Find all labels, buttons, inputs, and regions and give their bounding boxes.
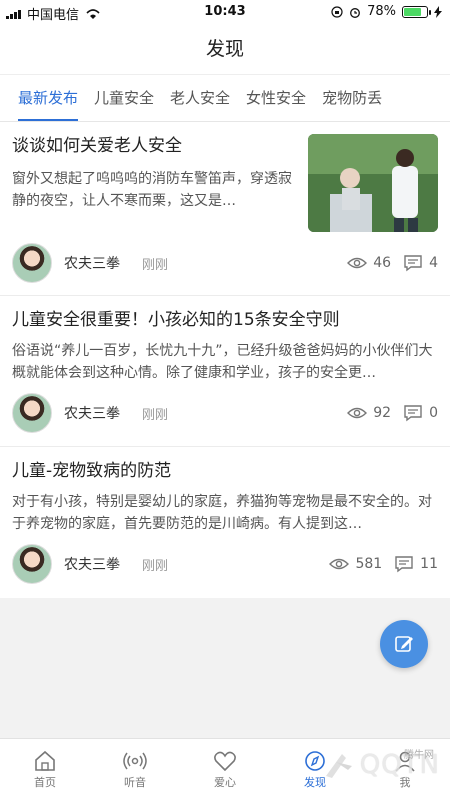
comment-count-value: 4: [429, 255, 438, 271]
avatar[interactable]: [12, 544, 52, 584]
avatar[interactable]: [12, 393, 52, 433]
bottom-tab-home[interactable]: 首页: [0, 739, 90, 800]
comment-icon: [395, 556, 413, 573]
status-bar: 中国电信 10:43 78%: [0, 0, 450, 24]
heart-icon: [214, 751, 236, 771]
bottom-tab-love[interactable]: 爱心: [180, 739, 270, 800]
watermark-logo: QQTN 腾牛网: [322, 748, 440, 782]
comment-count[interactable]: 4: [403, 254, 438, 272]
article-title: 儿童-宠物致病的防范: [12, 461, 172, 481]
tab-women-safety[interactable]: 女性安全: [238, 75, 314, 121]
comment-count-value: 11: [420, 556, 438, 572]
comment-icon: [404, 405, 422, 422]
article-meta: 农夫三拳 刚刚 581 11: [12, 541, 438, 587]
bottom-tab-label: 听音: [124, 775, 146, 789]
post-time: 刚刚: [142, 407, 169, 423]
view-count-value: 46: [373, 255, 392, 271]
author-name[interactable]: 农夫三拳: [64, 253, 120, 273]
compose-button[interactable]: [380, 620, 428, 668]
status-right: 78%: [331, 4, 442, 19]
author-name[interactable]: 农夫三拳: [64, 554, 120, 574]
view-count-value: 581: [355, 556, 383, 572]
eye-icon: [347, 407, 368, 419]
article-summary: 俗语说“养儿一百岁，长忧九十九”，已经升级爸爸妈妈的小伙伴们大概就能体会到这种心…: [12, 343, 433, 381]
comment-count[interactable]: 11: [394, 555, 438, 573]
article-title: 儿童安全很重要！小孩必知的15条安全守则: [12, 310, 340, 330]
article-card[interactable]: 谈谈如何关爱老人安全 窗外又想起了呜呜呜的消防车警笛声，穿透寂静的夜空，让人不寒…: [0, 122, 450, 296]
view-count: 92: [347, 405, 391, 421]
post-time: 刚刚: [142, 257, 169, 273]
article-card[interactable]: 儿童安全很重要！小孩必知的15条安全守则 俗语说“养儿一百岁，长忧九十九”，已经…: [0, 296, 450, 447]
tab-pet-lost[interactable]: 宠物防丢: [314, 75, 390, 121]
alarm-icon: [350, 7, 361, 18]
article-thumbnail: [308, 134, 438, 232]
bottom-tab-label: 首页: [34, 775, 56, 789]
bottom-tab-label: 爱心: [214, 775, 236, 789]
article-summary: 对于有小孩，特别是婴幼儿的家庭，养猫狗等宠物是最不安全的。对于养宠物的家庭，首先…: [12, 494, 432, 532]
bottom-tab-listen[interactable]: 听音: [90, 739, 180, 800]
comment-count[interactable]: 0: [403, 404, 438, 422]
watermark-small-text: 腾牛网: [404, 750, 434, 761]
lock-rotation-icon: [331, 5, 343, 18]
comment-count-value: 0: [429, 405, 438, 421]
post-time: 刚刚: [142, 558, 169, 574]
edit-icon: [395, 636, 413, 652]
battery-icon: [402, 5, 431, 18]
tab-latest[interactable]: 最新发布: [10, 75, 86, 121]
eye-icon: [347, 257, 368, 269]
home-icon: [35, 750, 55, 771]
article-summary: 窗外又想起了呜呜呜的消防车警笛声，穿透寂静的夜空，让人不寒而栗，这又是…: [12, 171, 292, 209]
watermark-mark-icon: [325, 754, 352, 778]
page-title: 发现: [0, 24, 450, 74]
view-count: 46: [347, 255, 391, 271]
charging-icon: [434, 5, 442, 18]
eye-icon: [329, 558, 350, 570]
broadcast-icon: [123, 752, 147, 769]
comment-icon: [404, 255, 422, 272]
article-title: 谈谈如何关爱老人安全: [12, 136, 182, 156]
article-meta: 农夫三拳 刚刚 46 4: [12, 240, 438, 286]
avatar[interactable]: [12, 243, 52, 283]
article-list: 谈谈如何关爱老人安全 窗外又想起了呜呜呜的消防车警笛声，穿透寂静的夜空，让人不寒…: [0, 122, 450, 598]
battery-percent: 78%: [367, 4, 396, 19]
author-name[interactable]: 农夫三拳: [64, 403, 120, 423]
tab-elder-safety[interactable]: 老人安全: [162, 75, 238, 121]
article-meta: 农夫三拳 刚刚 92 0: [12, 390, 438, 436]
category-tabs: 最新发布 儿童安全 老人安全 女性安全 宠物防丢: [0, 74, 450, 122]
article-card[interactable]: 儿童-宠物致病的防范 对于有小孩，特别是婴幼儿的家庭，养猫狗等宠物是最不安全的。…: [0, 447, 450, 598]
tab-child-safety[interactable]: 儿童安全: [86, 75, 162, 121]
view-count-value: 92: [373, 405, 392, 421]
view-count: 581: [329, 556, 382, 572]
